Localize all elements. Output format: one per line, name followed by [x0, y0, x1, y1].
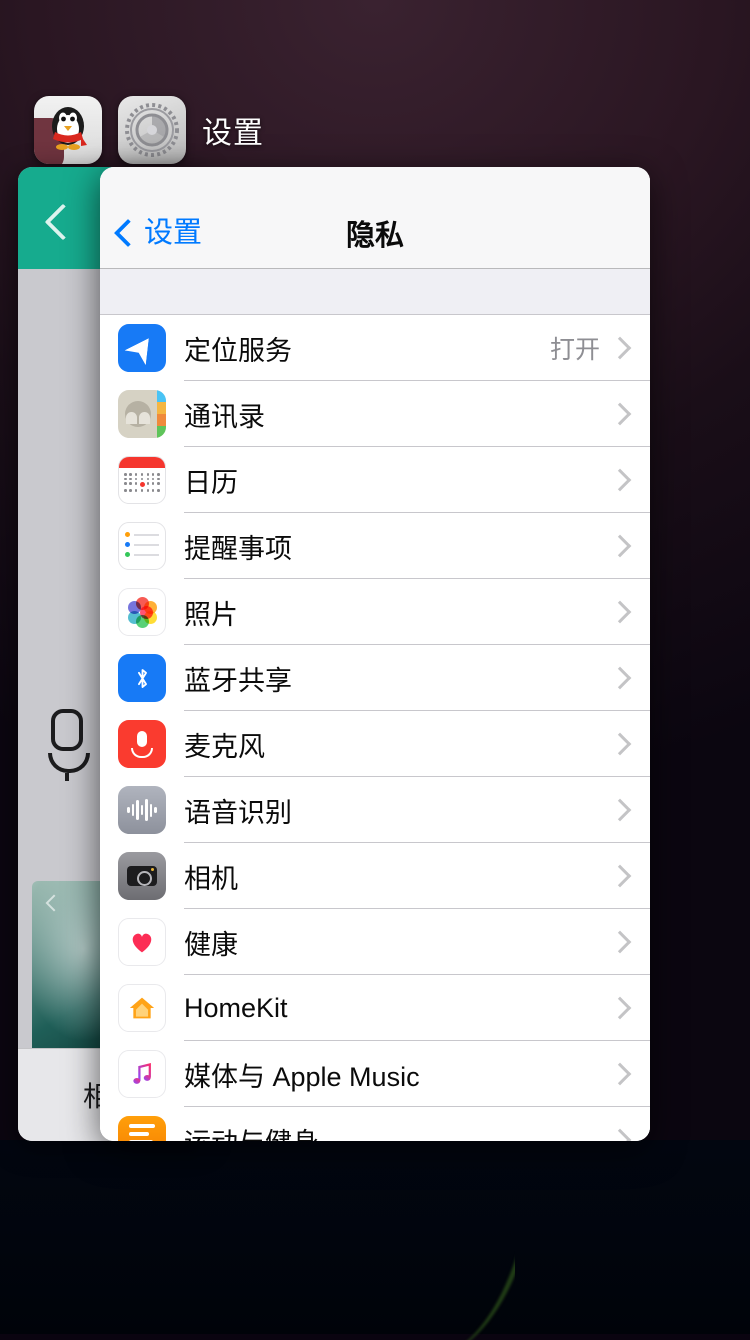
chevron-right-icon [608, 402, 632, 426]
list-item-label: HomeKit [184, 992, 288, 1023]
photos-icon [118, 588, 166, 636]
list-item-label: 相机 [184, 863, 238, 894]
chevron-right-icon [608, 798, 632, 822]
health-heart-icon [118, 918, 166, 966]
chevron-right-icon [608, 1062, 632, 1086]
calendar-icon [118, 456, 166, 504]
app-switcher-active-label: 设置 [202, 117, 264, 150]
contacts-icon [118, 390, 166, 438]
bluetooth-icon [118, 654, 166, 702]
list-item[interactable]: 健康 [100, 909, 650, 975]
list-top-spacer [100, 269, 650, 315]
chevron-right-icon [608, 996, 632, 1020]
list-item[interactable]: 日历 [100, 447, 650, 513]
list-item-label: 日历 [184, 467, 238, 498]
list-item[interactable]: 通讯录 [100, 381, 650, 447]
homekit-icon [118, 984, 166, 1032]
list-item[interactable]: 相机 [100, 843, 650, 909]
location-services-icon [118, 324, 166, 372]
chevron-right-icon [608, 600, 632, 624]
chevron-right-icon [608, 534, 632, 558]
speech-recognition-icon [118, 786, 166, 834]
list-item[interactable]: 提醒事项 [100, 513, 650, 579]
chevron-left-icon [45, 894, 63, 912]
privacy-settings-list: 定位服务 打开 通讯录 日历 提醒事项 照片 蓝牙共享 麦克风 语音识别 相机 … [100, 315, 650, 1141]
list-item-label: 提醒事项 [184, 533, 292, 564]
page-title: 隐私 [345, 220, 404, 252]
plant-stem-decoration [455, 1140, 515, 1340]
list-item-label: 媒体与 Apple Music [184, 1061, 420, 1092]
settings-gear-icon[interactable] [118, 96, 186, 164]
list-item[interactable]: 照片 [100, 579, 650, 645]
settings-privacy-card[interactable]: 设置 隐私 定位服务 打开 通讯录 日历 提醒事项 照片 蓝牙共享 麦克风 语音… [100, 167, 650, 1141]
list-item-label: 通讯录 [184, 401, 265, 432]
wallpaper-bottom-area [0, 1140, 750, 1334]
list-item[interactable]: 媒体与 Apple Music [100, 1041, 650, 1107]
fitness-icon [118, 1116, 166, 1141]
microphone-icon [118, 720, 166, 768]
list-item[interactable]: 语音识别 [100, 777, 650, 843]
list-item[interactable]: 运动与健身 [100, 1107, 650, 1141]
chevron-right-icon [608, 336, 632, 360]
apple-music-icon [118, 1050, 166, 1098]
chevron-left-icon[interactable] [44, 203, 82, 241]
chevron-right-icon [608, 930, 632, 954]
list-item-label: 健康 [184, 929, 238, 960]
qq-penguin-icon[interactable] [34, 96, 102, 164]
chevron-right-icon [608, 864, 632, 888]
microphone-icon [48, 709, 90, 781]
list-item[interactable]: HomeKit [100, 975, 650, 1041]
chevron-right-icon [608, 1128, 632, 1141]
list-item-label: 定位服务 [184, 335, 292, 366]
list-item[interactable]: 定位服务 打开 [100, 315, 650, 381]
reminders-icon [118, 522, 166, 570]
navigation-bar: 设置 隐私 [100, 167, 650, 269]
list-item-label: 麦克风 [184, 731, 265, 762]
chevron-right-icon [608, 666, 632, 690]
list-item-label: 语音识别 [184, 797, 292, 828]
list-item[interactable]: 蓝牙共享 [100, 645, 650, 711]
list-item-label: 照片 [184, 599, 238, 630]
list-item-value: 打开 [549, 336, 600, 364]
list-item[interactable]: 麦克风 [100, 711, 650, 777]
camera-icon [118, 852, 166, 900]
chevron-right-icon [608, 468, 632, 492]
chevron-right-icon [608, 732, 632, 756]
app-switcher-header: 设置 [34, 96, 264, 164]
list-item-label: 运动与健身 [184, 1121, 612, 1142]
list-item-label: 蓝牙共享 [184, 665, 292, 696]
